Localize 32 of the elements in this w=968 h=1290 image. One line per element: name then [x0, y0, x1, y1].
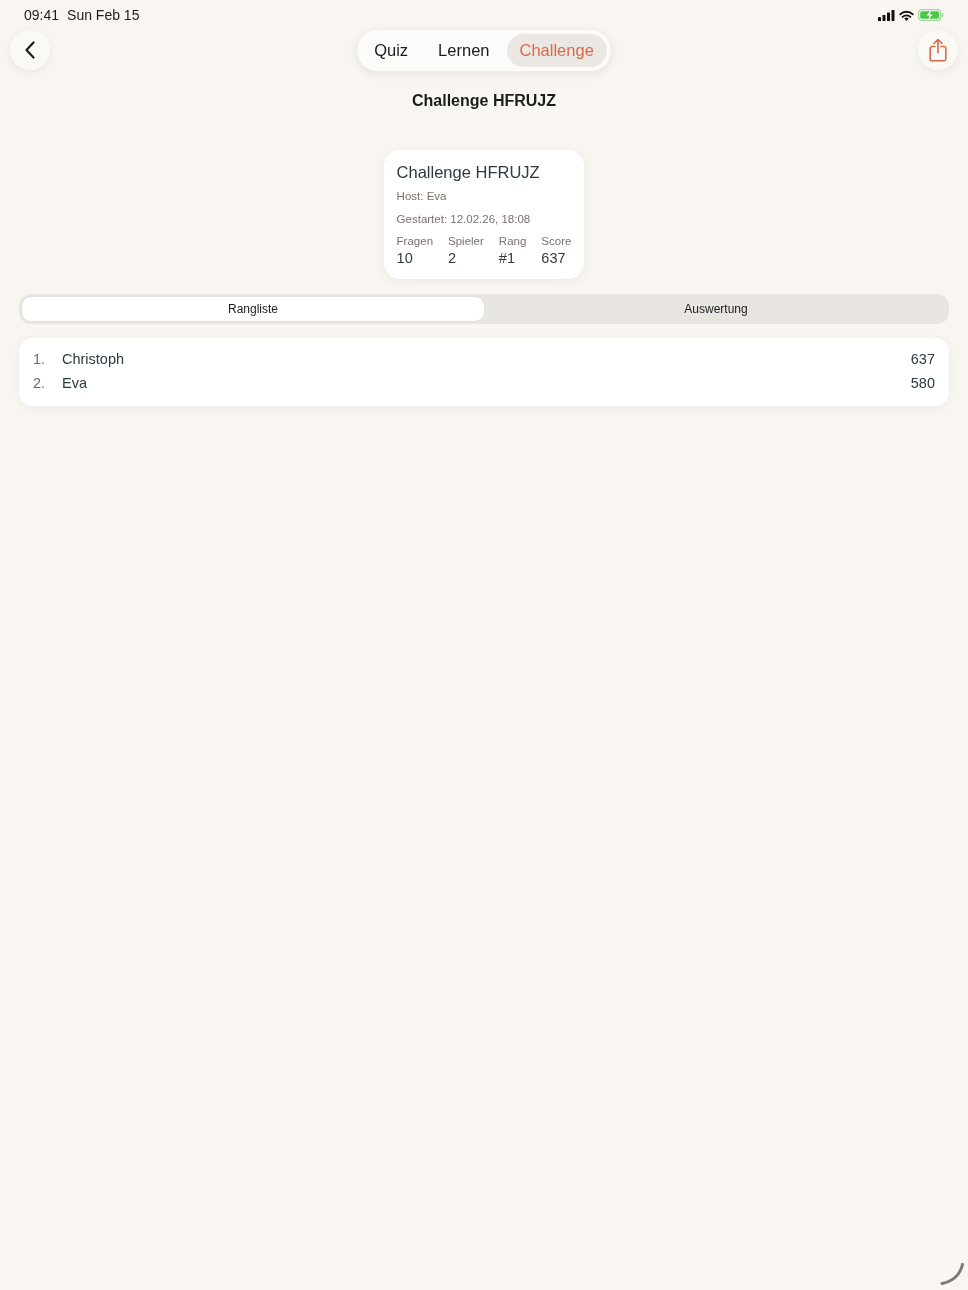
- player-name: Eva: [62, 374, 88, 394]
- status-time: 09:41: [24, 5, 60, 25]
- stat-label: Spieler: [448, 234, 484, 249]
- page-title: Challenge HFRUJZ: [412, 91, 556, 111]
- resize-handle-icon[interactable]: [940, 1263, 964, 1285]
- host-text: Host: Eva: [396, 189, 448, 204]
- player-score: 580: [910, 374, 935, 394]
- stat-value: 2: [448, 249, 458, 268]
- signal-icon: [878, 9, 895, 21]
- stat-value: 10: [396, 249, 414, 268]
- battery-charging-icon: [918, 9, 944, 21]
- stat-label: Rang: [498, 234, 527, 249]
- tab[interactable]: Lernen: [425, 33, 503, 67]
- start-time-text: Gestartet: 12.02.26, 18:08: [396, 212, 532, 227]
- segment-tab[interactable]: Rangliste: [21, 296, 485, 322]
- rank-number: 1.: [33, 350, 47, 370]
- card-title: Challenge HFRUJZ: [396, 162, 541, 183]
- tab[interactable]: Quiz: [361, 33, 422, 67]
- rank-number: 2.: [33, 374, 47, 394]
- stat-value: 637: [541, 249, 567, 268]
- back-chevron-icon: [25, 41, 35, 59]
- player-name: Christoph: [62, 350, 126, 370]
- stat-value: #1: [498, 249, 516, 268]
- stat-label: Score: [541, 234, 572, 249]
- status-date: Sun Feb 15: [67, 5, 140, 25]
- back-button[interactable]: [10, 30, 50, 70]
- stat-label: Fragen: [396, 234, 434, 249]
- wifi-icon: [899, 9, 914, 21]
- share-icon: [929, 38, 947, 62]
- player-score: 637: [910, 350, 935, 370]
- share-button[interactable]: [918, 30, 958, 70]
- segment-tab[interactable]: Auswertung: [485, 296, 947, 322]
